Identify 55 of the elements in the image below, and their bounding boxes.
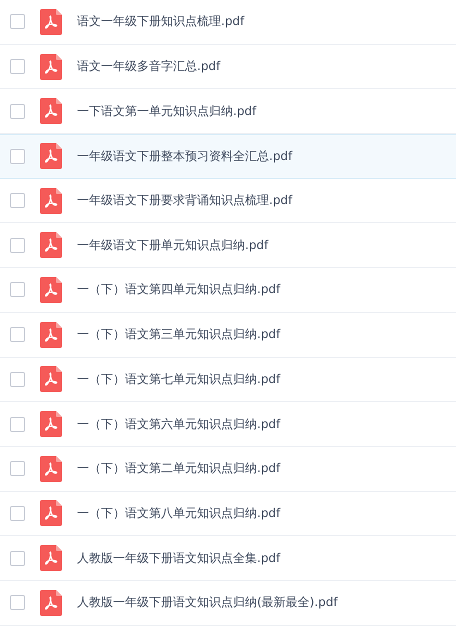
file-row[interactable]: 一年级语文下册整本预习资料全汇总.pdf [0,134,456,179]
file-row[interactable]: 一（下）语文第八单元知识点归纳.pdf [0,492,456,536]
file-row[interactable]: 一年级语文下册单元知识点归纳.pdf [0,223,456,268]
file-name[interactable]: 人教版一年级下册语文知识点归纳(最新最全).pdf [77,594,338,612]
checkbox[interactable] [10,148,25,164]
checkbox[interactable] [10,193,25,208]
file-name[interactable]: 一（下）语文第三单元知识点归纳.pdf [77,326,280,344]
file-name[interactable]: 语文一年级多音字汇总.pdf [77,58,220,76]
file-name[interactable]: 一（下）语文第八单元知识点归纳.pdf [77,504,280,522]
pdf-file-icon [40,276,62,303]
pdf-file-icon [40,232,62,258]
pdf-file-icon [40,545,62,572]
file-name[interactable]: 语文一年级下册知识点梳理.pdf [77,13,244,30]
checkbox[interactable] [10,550,25,566]
pdf-file-icon [40,98,62,124]
pdf-file-icon [40,366,62,392]
checkbox[interactable] [10,238,25,253]
file-name[interactable]: 一年级语文下册单元知识点归纳.pdf [77,236,268,254]
file-name[interactable]: 一年级语文下册要求背诵知识点梳理.pdf [77,192,292,210]
pdf-file-icon [40,456,62,482]
file-name[interactable]: 一（下）语文第二单元知识点归纳.pdf [77,460,280,478]
checkbox[interactable] [10,327,25,342]
checkbox[interactable] [10,416,25,432]
pdf-file-icon [40,54,62,80]
file-row[interactable]: 一（下）语文第六单元知识点归纳.pdf [0,402,456,447]
pdf-file-icon [40,188,62,214]
pdf-file-icon [40,143,62,170]
checkbox[interactable] [10,506,25,521]
pdf-file-icon [40,322,62,348]
file-name[interactable]: 一（下）语文第六单元知识点归纳.pdf [77,416,280,433]
file-name[interactable]: 一年级语文下册整本预习资料全汇总.pdf [77,148,292,165]
file-row[interactable]: 一（下）语文第二单元知识点归纳.pdf [0,446,456,492]
checkbox[interactable] [10,104,25,119]
pdf-file-icon [40,500,62,526]
file-row[interactable]: 一（下）语文第七单元知识点归纳.pdf [0,358,456,402]
checkbox[interactable] [10,282,25,298]
checkbox[interactable] [10,59,25,74]
file-row[interactable]: 一年级语文下册要求背诵知识点梳理.pdf [0,178,456,224]
file-row[interactable]: 人教版一年级下册语文知识点全集.pdf [0,536,456,581]
checkbox[interactable] [10,14,25,30]
file-row[interactable]: 人教版一年级下册语文知识点归纳(最新最全).pdf [0,580,456,626]
file-row[interactable]: 语文一年级多音字汇总.pdf [0,44,456,90]
file-row[interactable]: 语文一年级下册知识点梳理.pdf [0,0,456,45]
checkbox[interactable] [10,461,25,476]
file-name[interactable]: 一（下）语文第七单元知识点归纳.pdf [77,370,280,388]
file-name[interactable]: 一下语文第一单元知识点归纳.pdf [77,102,256,120]
pdf-file-icon [40,8,62,35]
pdf-file-icon [40,590,62,616]
checkbox[interactable] [10,595,25,610]
file-row[interactable]: 一（下）语文第四单元知识点归纳.pdf [0,268,456,313]
file-name[interactable]: 人教版一年级下册语文知识点全集.pdf [77,550,280,567]
file-name[interactable]: 一（下）语文第四单元知识点归纳.pdf [77,281,280,298]
pdf-file-icon [40,411,62,438]
file-row[interactable]: 一（下）语文第三单元知识点归纳.pdf [0,312,456,358]
checkbox[interactable] [10,372,25,387]
